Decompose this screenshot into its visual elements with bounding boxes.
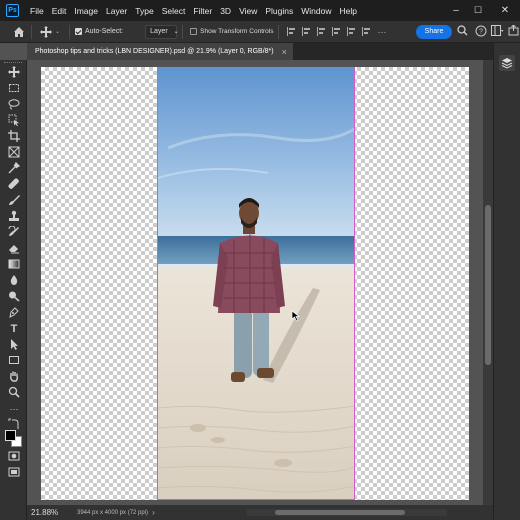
horizontal-scroll-thumb[interactable] xyxy=(275,510,405,515)
move-tool-icon[interactable] xyxy=(7,66,21,80)
layers-panel-button[interactable] xyxy=(499,55,515,71)
close-tab-icon[interactable]: × xyxy=(282,47,287,57)
menu-bar: Ps File Edit Image Layer Type Select Fil… xyxy=(0,0,520,21)
blur-icon[interactable] xyxy=(7,274,21,288)
gradient-icon[interactable] xyxy=(7,258,21,272)
share-button[interactable]: Share xyxy=(416,25,452,39)
status-menu-icon[interactable]: › xyxy=(152,508,155,517)
brush-icon[interactable] xyxy=(7,194,21,208)
color-swatches[interactable] xyxy=(4,430,24,448)
divider xyxy=(182,24,184,39)
menu-help[interactable]: Help xyxy=(335,6,360,16)
document-tab[interactable]: Photoshop tips and tricks (LBN DESIGNER)… xyxy=(27,43,293,60)
show-transform-controls-checkbox[interactable] xyxy=(190,28,198,35)
move-tool-preset-icon[interactable]: ⌄ xyxy=(40,25,64,39)
menu-plugins[interactable]: Plugins xyxy=(261,6,297,16)
transparent-canvas[interactable] xyxy=(41,67,469,500)
menu-window[interactable]: Window xyxy=(297,6,335,16)
divider xyxy=(69,24,70,39)
panel-grip[interactable] xyxy=(4,62,22,64)
document-info[interactable]: 3944 px x 4000 px (72 ppi) xyxy=(77,510,148,516)
document-tab-bar: Photoshop tips and tricks (LBN DESIGNER)… xyxy=(27,43,493,60)
more-tools-icon[interactable]: ··· xyxy=(7,402,21,416)
healing-brush-icon[interactable] xyxy=(7,178,21,192)
more-options-icon[interactable]: ··· xyxy=(377,27,386,37)
auto-select-target-value: Layer xyxy=(150,27,168,35)
chevron-down-icon: ⌄ xyxy=(173,28,179,35)
align-middle-icon[interactable] xyxy=(347,27,356,36)
hand-icon[interactable] xyxy=(7,370,21,384)
auto-select-target-dropdown[interactable]: Layer ⌄ xyxy=(145,24,179,39)
right-panel-dock xyxy=(493,43,520,520)
align-bottom-icon[interactable] xyxy=(362,27,371,36)
path-selection-icon[interactable] xyxy=(7,338,21,352)
screen-mode-icon[interactable] xyxy=(7,466,21,480)
home-icon[interactable] xyxy=(12,25,26,39)
tools-panel: T ··· xyxy=(0,60,27,520)
horizontal-scrollbar[interactable] xyxy=(247,509,447,516)
lasso-icon[interactable] xyxy=(7,98,21,112)
layers-icon xyxy=(501,58,513,69)
rectangle-shape-icon[interactable] xyxy=(7,354,21,368)
show-transform-controls-label: Show Transform Controls xyxy=(200,28,274,35)
menu-edit[interactable]: Edit xyxy=(48,6,71,16)
quick-mask-icon[interactable] xyxy=(7,450,21,464)
document-tab-title: Photoshop tips and tricks (LBN DESIGNER)… xyxy=(35,48,274,55)
beach-photo-image xyxy=(158,68,354,499)
menu-type[interactable]: Type xyxy=(131,6,157,16)
maximize-button[interactable]: ☐ xyxy=(465,0,491,21)
frame-icon[interactable] xyxy=(7,146,21,160)
divider xyxy=(31,24,32,39)
eraser-icon[interactable] xyxy=(7,242,21,256)
clone-stamp-icon[interactable] xyxy=(7,210,21,224)
photo-layer[interactable] xyxy=(157,67,355,500)
menu-3d[interactable]: 3D xyxy=(216,6,235,16)
search-icon[interactable] xyxy=(455,25,469,39)
menu-image[interactable]: Image xyxy=(70,6,102,16)
align-left-icon[interactable] xyxy=(287,27,296,36)
menu-select[interactable]: Select xyxy=(158,6,190,16)
menu-filter[interactable]: Filter xyxy=(189,6,216,16)
menu-file[interactable]: File xyxy=(26,6,48,16)
rectangular-marquee-icon[interactable] xyxy=(7,82,21,96)
vertical-scrollbar[interactable] xyxy=(483,60,493,505)
pen-icon[interactable] xyxy=(7,306,21,320)
crop-icon[interactable] xyxy=(7,130,21,144)
type-tool-icon[interactable]: T xyxy=(7,322,21,336)
object-selection-icon[interactable] xyxy=(7,114,21,128)
help-icon[interactable]: ? xyxy=(474,25,488,39)
document-workspace[interactable] xyxy=(27,60,493,505)
svg-text:?: ? xyxy=(479,29,483,36)
dodge-icon[interactable] xyxy=(7,290,21,304)
mouse-cursor-icon xyxy=(291,310,303,324)
foreground-color-swatch[interactable] xyxy=(5,430,16,441)
menu-view[interactable]: View xyxy=(235,6,261,16)
divider xyxy=(278,24,280,39)
photoshop-logo-icon: Ps xyxy=(6,4,19,17)
share-settings-icon[interactable] xyxy=(506,24,520,39)
align-top-icon[interactable] xyxy=(332,27,341,36)
eyedropper-icon[interactable] xyxy=(7,161,21,176)
status-bar: 21.88% 3944 px x 4000 px (72 ppi) › xyxy=(27,505,493,520)
history-brush-icon[interactable] xyxy=(7,225,21,240)
align-center-icon[interactable] xyxy=(302,27,311,36)
close-window-button[interactable]: ✕ xyxy=(492,0,518,21)
vertical-scroll-thumb[interactable] xyxy=(485,205,491,365)
zoom-level[interactable]: 21.88% xyxy=(31,508,65,517)
menu-layer[interactable]: Layer xyxy=(102,6,131,16)
workspace-switcher-icon[interactable] xyxy=(490,25,504,39)
auto-select-label: Auto-Select: xyxy=(85,28,124,35)
zoom-tool-icon[interactable] xyxy=(7,386,21,400)
auto-select-checkbox[interactable] xyxy=(75,28,82,35)
align-right-icon[interactable] xyxy=(317,27,326,36)
